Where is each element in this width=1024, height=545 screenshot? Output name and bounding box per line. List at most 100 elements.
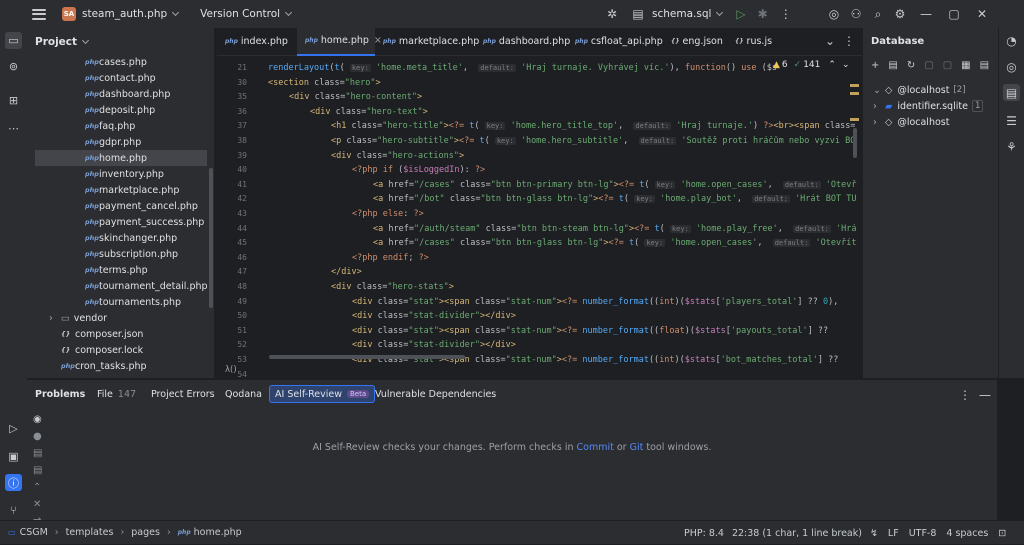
tree-item-marketplace-php[interactable]: php marketplace.php	[27, 182, 207, 198]
code-line[interactable]: <?php else: ?>	[352, 209, 858, 219]
editor-tab-home-php[interactable]: php home.php ×	[297, 27, 382, 56]
database-tool-icon[interactable]: ▤	[1003, 84, 1020, 101]
maximize-icon[interactable]: ▢	[946, 7, 962, 21]
file-encoding[interactable]: UTF-8	[909, 528, 937, 539]
datasource-icon[interactable]: ▤	[888, 60, 897, 71]
bottom-tab-project-errors[interactable]: Project Errors	[151, 385, 215, 403]
minimize-icon[interactable]: —	[918, 7, 934, 21]
tree-item-deposit-php[interactable]: php deposit.php	[27, 102, 207, 118]
indent-setting[interactable]: 4 spaces	[946, 528, 988, 539]
code-line[interactable]: <div class="stat"><span class="stat-num"…	[352, 326, 858, 336]
code-line[interactable]: <div class="stat-divider"></div>	[352, 340, 858, 350]
tree-item-gdpr-php[interactable]: php gdpr.php	[27, 134, 207, 150]
hide-panel-icon[interactable]: —	[979, 388, 991, 402]
editor-tab-rus-js[interactable]: {} rus.js	[727, 28, 772, 56]
run-icon[interactable]: ▷	[736, 7, 745, 21]
chevron-right-icon[interactable]: ›	[873, 101, 879, 112]
code-line[interactable]: <div class="stat"><span class="stat-num"…	[352, 297, 858, 307]
filter-icon[interactable]: ▤	[980, 60, 989, 71]
chevron-down-icon[interactable]	[82, 36, 90, 45]
code-line[interactable]: <a href="/cases" class="btn btn-primary …	[373, 180, 858, 190]
notifications-icon[interactable]: ◔	[1003, 32, 1020, 49]
chevron-down-icon[interactable]	[716, 8, 724, 17]
code-line[interactable]: <div class="hero-text">	[310, 107, 858, 117]
breadcrumb-item[interactable]: CSGM	[20, 527, 48, 538]
tree-item-contact-php[interactable]: php contact.php	[27, 70, 207, 86]
commit-link[interactable]: Commit	[577, 442, 614, 453]
chevron-down-icon[interactable]: ⌄	[873, 85, 881, 96]
code-line[interactable]: <?php endif; ?>	[352, 253, 858, 263]
chevron-right-icon[interactable]: ›	[873, 117, 879, 128]
editor-tab-dashboard-php[interactable]: php dashboard.php	[475, 28, 570, 56]
code-line[interactable]: </div>	[331, 267, 858, 277]
tree-item-payment-cancel-php[interactable]: php payment_cancel.php	[27, 198, 207, 214]
code-line[interactable]: <div class="hero-stats">	[331, 282, 858, 292]
refresh-icon[interactable]: ↻	[907, 60, 915, 71]
db-item-0[interactable]: ⌄ ◇ @localhost [2]	[873, 82, 966, 98]
bottom-tab-ai-self-review[interactable]: AI Self-Review Beta	[269, 385, 376, 403]
add-icon[interactable]: +	[871, 60, 879, 71]
tree-scrollbar[interactable]	[209, 168, 213, 308]
collapse-icon[interactable]: ▤	[33, 465, 42, 476]
tabs-more-icon[interactable]: ⋮	[843, 34, 855, 48]
tree-item-tournaments-php[interactable]: php tournaments.php	[27, 294, 207, 310]
breadcrumb-item[interactable]: home.php	[194, 527, 242, 538]
tree-item-tournament-detail-php[interactable]: php tournament_detail.php	[27, 278, 208, 294]
db-item-2[interactable]: › ◇ @localhost	[873, 114, 949, 130]
stop-icon[interactable]: ▢	[943, 60, 952, 71]
code-line[interactable]: <h1 class="hero-title"><?= t( key: 'home…	[331, 121, 858, 131]
more-icon[interactable]: ⋮	[780, 7, 792, 21]
tree-item-subscription-php[interactable]: php subscription.php	[27, 246, 207, 262]
editor-tab-eng-json[interactable]: {} eng.json	[663, 28, 727, 56]
main-menu-icon[interactable]	[32, 8, 46, 20]
ai-chat-icon[interactable]: ◎	[1003, 58, 1020, 75]
code-line[interactable]: <div class="hero-content">	[289, 92, 858, 102]
plugins-icon[interactable]: ⚘	[1003, 138, 1020, 155]
tree-item-skinchanger-php[interactable]: php skinchanger.php	[27, 230, 207, 246]
git-icon[interactable]: ⑂	[5, 502, 22, 519]
up-icon[interactable]: ⌃	[33, 482, 42, 493]
tree-item-cases-php[interactable]: php cases.php	[27, 54, 207, 70]
tree-item-composer-lock[interactable]: {} composer.lock	[27, 342, 207, 358]
project-panel-title[interactable]: Project	[35, 36, 77, 48]
editor-tab-index-php[interactable]: php index.php	[217, 28, 297, 56]
editor-tab-csfloat-api-php[interactable]: php csfloat_api.php	[567, 28, 663, 56]
tree-item-terms-php[interactable]: php terms.php	[27, 262, 207, 278]
tree-item-dashboard-php[interactable]: php dashboard.php	[27, 86, 207, 102]
breadcrumb-item[interactable]: templates	[66, 527, 114, 538]
terminal-icon[interactable]: ▣	[5, 448, 22, 465]
chevron-down-icon[interactable]	[172, 8, 180, 17]
close-icon[interactable]: ✕	[974, 7, 990, 21]
tree-item-home-php[interactable]: php home.php	[35, 150, 207, 166]
vcs-icon[interactable]: ⊚	[5, 58, 22, 75]
tree-item-faq-php[interactable]: php faq.php	[27, 118, 207, 134]
db-item-1[interactable]: › ▰ identifier.sqlite 1	[873, 98, 984, 114]
debug-bug-icon[interactable]: ✲	[604, 7, 620, 21]
tree-item-inventory-php[interactable]: php inventory.php	[27, 166, 207, 182]
settings-gear-icon[interactable]: ⚙	[892, 7, 908, 21]
code-line[interactable]: <div class="hero-actions">	[331, 151, 858, 161]
bottom-tab-qodana[interactable]: Qodana	[225, 385, 262, 403]
services-icon[interactable]: ▷	[5, 420, 22, 437]
eye-icon[interactable]: ◉	[33, 414, 42, 425]
inspection-widget[interactable]: ▲ 6 ✓ 141 ⌃ ⌄	[773, 60, 849, 70]
line-ending[interactable]: LF	[888, 528, 899, 539]
code-line[interactable]: <div class="stat-divider"></div>	[352, 311, 858, 321]
editor-vscrollbar[interactable]	[853, 128, 857, 158]
project-name[interactable]: steam_auth.php	[82, 8, 167, 20]
sync-icon[interactable]: ▢	[924, 60, 933, 71]
code-line[interactable]: <section class="hero">	[268, 78, 858, 88]
editor-tab-marketplace-php[interactable]: php marketplace.php	[375, 28, 479, 56]
close-icon[interactable]: ✕	[33, 499, 42, 510]
code-line[interactable]: <?php if ($isLoggedIn): ?>	[352, 165, 858, 175]
code-line[interactable]: <a href="/auth/steam" class="btn btn-ste…	[373, 224, 858, 234]
code-breadcrumb[interactable]: λ()	[225, 365, 237, 375]
more-tools-icon[interactable]: ⋯	[5, 120, 22, 137]
version-control-menu[interactable]: Version Control	[200, 8, 280, 20]
tree-item-cron-tasks-php[interactable]: php cron_tasks.php	[27, 358, 207, 374]
copilot-icon[interactable]: ☰	[1003, 112, 1020, 129]
debug-icon[interactable]: ✱	[758, 7, 768, 21]
php-version[interactable]: PHP: 8.4	[684, 528, 724, 539]
project-badge[interactable]: SA	[62, 7, 76, 21]
caret-position[interactable]: 22:38 (1 char, 1 line break)	[732, 528, 862, 539]
